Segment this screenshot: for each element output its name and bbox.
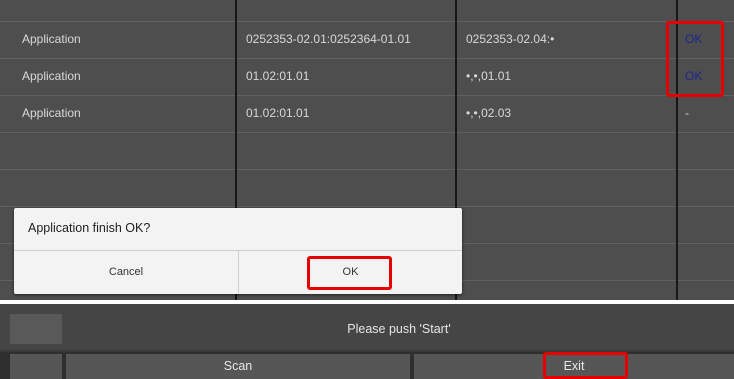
cancel-button[interactable]: Cancel [14, 251, 238, 294]
scan-button[interactable]: Scan [66, 354, 410, 379]
blank-button[interactable] [10, 354, 62, 379]
confirm-dialog: Application finish OK? Cancel OK [14, 208, 462, 294]
ok-button[interactable]: OK [239, 251, 462, 294]
exit-button[interactable]: Exit [414, 354, 734, 379]
button-bar: Scan Exit [0, 352, 734, 379]
dialog-message: Application finish OK? [28, 221, 151, 235]
status-bar: Please push 'Start' [0, 304, 734, 350]
status-text: Please push 'Start' [347, 322, 451, 336]
status-indicator [10, 314, 62, 344]
